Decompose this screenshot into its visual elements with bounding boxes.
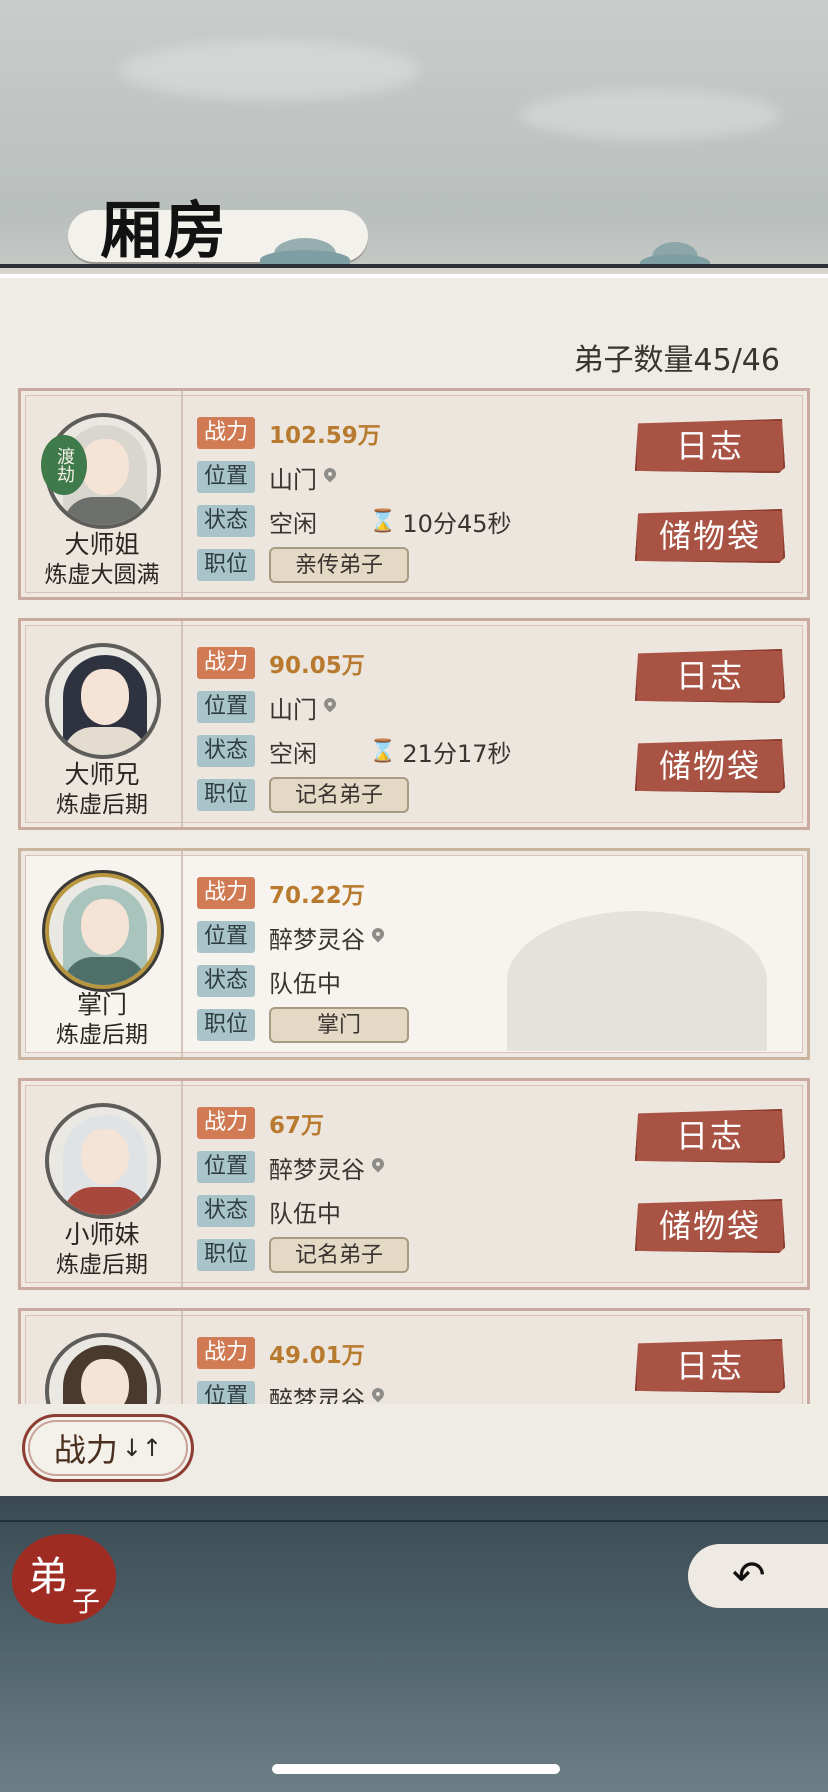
location-label: 位置 [197, 691, 255, 723]
back-arrow-icon: ↶ [732, 1553, 766, 1599]
hourglass-icon: ⌛ [369, 738, 397, 764]
status-value: 空闲 [269, 509, 317, 538]
log-button[interactable]: 日志 [635, 1109, 785, 1163]
home-indicator[interactable] [272, 1764, 560, 1774]
disciple-portrait-col: 渡劫 大师姐 炼虚大圆满 [21, 391, 183, 597]
hourglass-icon: ⌛ [369, 508, 397, 534]
status-timer: 21分17秒 [402, 739, 512, 768]
storage-bag-button[interactable]: 储物袋 [635, 1199, 785, 1253]
position-label: 职位 [197, 1239, 255, 1271]
sort-label: 战力 [53, 1431, 118, 1469]
power-label: 战力 [197, 1107, 255, 1139]
storage-bag-button[interactable]: 储物袋 [635, 509, 785, 563]
sort-by-power-button[interactable]: 战力 ↓↑ [22, 1414, 194, 1482]
disciple-card[interactable]: 小师妹 炼虚后期 战力 67万 位置 醉梦灵谷 状态 队伍中 职位 记名弟子 日志 储物… [18, 1078, 810, 1290]
location-pin-icon[interactable] [371, 928, 385, 946]
location-label: 位置 [197, 921, 255, 953]
role-badge: 记名弟子 [269, 777, 409, 813]
disciples-tab-char: 子 [72, 1585, 101, 1618]
log-button[interactable]: 日志 [635, 1339, 785, 1393]
location-pin-icon[interactable] [323, 698, 337, 716]
power-value: 90.05万 [269, 653, 365, 679]
location-label: 位置 [197, 461, 255, 493]
location-value: 山门 [269, 695, 317, 724]
location-label: 位置 [197, 1381, 255, 1404]
location-value: 醉梦灵谷 [269, 925, 365, 954]
cloud-decoration [520, 90, 780, 140]
disciple-card[interactable]: 渡劫 大师姐 炼虚大圆满 战力 102.59万 位置 山门 状态 空闲 ⌛ 10分45秒 … [18, 388, 810, 600]
back-button[interactable]: ↶ [688, 1544, 828, 1608]
avatar[interactable] [45, 643, 161, 759]
position-label: 职位 [197, 779, 255, 811]
status-label: 状态 [197, 1195, 255, 1227]
disciple-card-sect-master[interactable]: 掌门 炼虚后期 战力 70.22万 位置 醉梦灵谷 状态 队伍中 职位 掌门 [18, 848, 810, 1060]
disciple-realm: 炼虚后期 [56, 1252, 148, 1278]
disciple-portrait-col: 小师妹 炼虚后期 [21, 1081, 183, 1287]
storage-bag-button[interactable]: 储物袋 [635, 739, 785, 793]
location-pin-icon[interactable] [371, 1388, 385, 1404]
disciple-portrait-col: 大师兄 炼虚后期 [21, 621, 183, 827]
power-value: 67万 [269, 1113, 325, 1139]
role-badge: 记名弟子 [269, 1237, 409, 1273]
location-label: 位置 [197, 1151, 255, 1183]
position-label: 职位 [197, 549, 255, 581]
disciple-realm: 炼虚后期 [56, 1022, 148, 1048]
disciples-tab-char: 弟 [28, 1554, 68, 1600]
mountain-decoration [507, 911, 767, 1051]
power-value: 102.59万 [269, 423, 381, 449]
avatar[interactable] [45, 1103, 161, 1219]
sort-arrows-icon: ↓↑ [121, 1434, 163, 1462]
power-value: 49.01万 [269, 1343, 365, 1369]
panel-top-border [0, 264, 828, 268]
log-button[interactable]: 日志 [635, 649, 785, 703]
status-label: 状态 [197, 965, 255, 997]
disciple-realm: 炼虚后期 [56, 792, 148, 818]
role-badge: 掌门 [269, 1007, 409, 1043]
disciple-card[interactable]: 大师兄 炼虚后期 战力 90.05万 位置 山门 状态 空闲 ⌛ 21分17秒 职位 记名弟… [18, 618, 810, 830]
location-value: 醉梦灵谷 [269, 1155, 365, 1184]
power-value: 70.22万 [269, 883, 365, 909]
status-timer: 10分45秒 [402, 509, 512, 538]
tribulation-badge: 渡劫 [41, 435, 87, 495]
log-button[interactable]: 日志 [635, 419, 785, 473]
avatar[interactable] [45, 1333, 161, 1404]
status-value: 空闲 [269, 739, 317, 768]
disciple-list[interactable]: 渡劫 大师姐 炼虚大圆满 战力 102.59万 位置 山门 状态 空闲 ⌛ 10分45秒 … [18, 388, 810, 1404]
location-pin-icon[interactable] [323, 468, 337, 486]
location-pin-icon[interactable] [371, 1158, 385, 1176]
status-label: 状态 [197, 505, 255, 537]
bottom-bar [0, 1496, 828, 1792]
disciple-card[interactable]: 战力 49.01万 位置 醉梦灵谷 日志 [18, 1308, 810, 1404]
cloud-decoration [120, 40, 420, 100]
status-value: 队伍中 [269, 1199, 341, 1228]
location-value: 山门 [269, 465, 317, 494]
avatar[interactable] [45, 873, 161, 989]
disciple-count: 弟子数量45/46 [573, 343, 780, 378]
disciple-portrait-col [21, 1311, 183, 1404]
bottom-divider [0, 1520, 828, 1522]
status-value: 队伍中 [269, 969, 341, 998]
status-label: 状态 [197, 735, 255, 767]
role-badge: 亲传弟子 [269, 547, 409, 583]
power-label: 战力 [197, 877, 255, 909]
disciple-portrait-col: 掌门 炼虚后期 [21, 851, 183, 1057]
power-label: 战力 [197, 417, 255, 449]
power-label: 战力 [197, 647, 255, 679]
page-title: 厢房 [100, 194, 229, 267]
disciple-realm: 炼虚大圆满 [44, 562, 160, 588]
location-value: 醉梦灵谷 [269, 1385, 365, 1405]
position-label: 职位 [197, 1009, 255, 1041]
power-label: 战力 [197, 1337, 255, 1369]
